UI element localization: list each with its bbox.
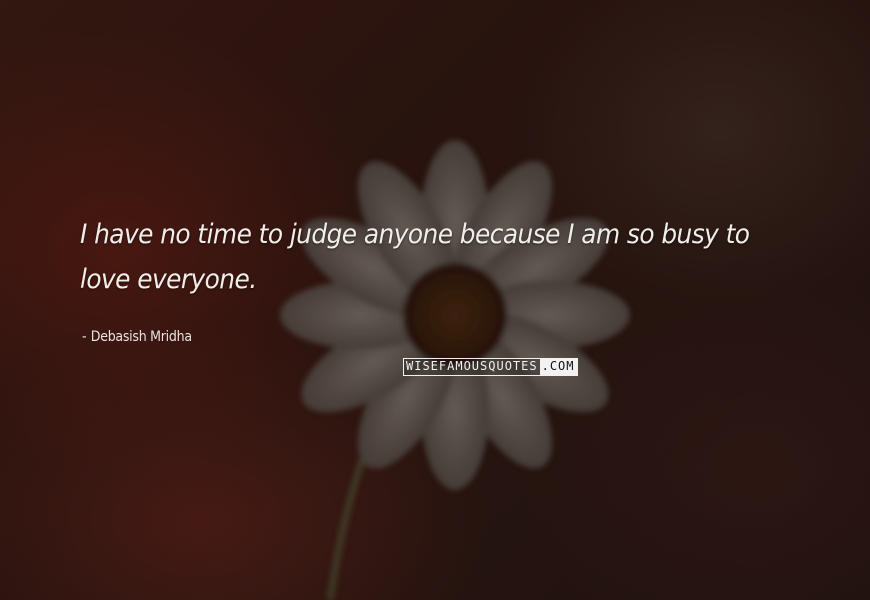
wisefamousquotes-logo: WISEFAMOUSQUOTES .COM — [403, 358, 578, 376]
author-line: - Debasish Mridha — [82, 329, 192, 345]
author-name: Debasish Mridha — [90, 329, 192, 345]
quote-text: I have no time to judge anyone because I… — [80, 219, 750, 295]
logo-domain: .COM — [539, 359, 577, 375]
author-dash: - — [82, 329, 87, 345]
logo-wordmark: WISEFAMOUSQUOTES — [404, 359, 540, 375]
quote-image: I have no time to judge anyone because I… — [0, 0, 870, 600]
